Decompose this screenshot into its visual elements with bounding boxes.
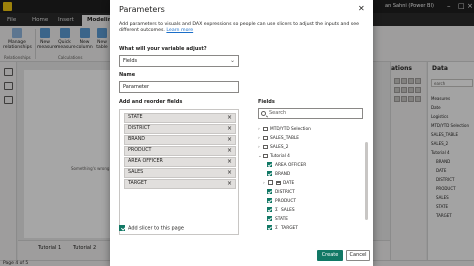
dialog-title: Parameters: [119, 5, 165, 14]
name-input[interactable]: Parameter: [119, 81, 239, 93]
create-button[interactable]: Create: [317, 250, 343, 261]
add-fields-label: Add and reorder fields: [119, 99, 183, 105]
tree-field-row[interactable]: STATE: [267, 216, 288, 224]
tree-field-row[interactable]: Σ SALES: [267, 207, 295, 215]
add-slicer-label: Add slicer to this page: [128, 225, 184, 232]
close-dialog-icon[interactable]: ✕: [358, 4, 365, 13]
name-label: Name: [119, 72, 136, 78]
tree-table-row[interactable]: › SALES_2: [258, 144, 288, 152]
field-checkbox[interactable]: [267, 198, 272, 203]
search-icon: [261, 111, 266, 116]
calendar-icon: [276, 180, 281, 185]
sigma-icon: Σ: [275, 208, 278, 213]
field-chip[interactable]: AREA OFFICER ×: [124, 157, 236, 167]
sigma-icon: Σ: [275, 226, 278, 231]
table-icon: [263, 153, 268, 158]
selected-fields-list: STATE × DISTRICT × BRAND × PRODUCT × AREA OF…: [119, 109, 239, 235]
table-icon: [263, 135, 268, 140]
tree-table-row[interactable]: › SALES_TABLE: [258, 135, 299, 143]
field-checkbox[interactable]: [267, 171, 272, 176]
tree-field-row[interactable]: Σ TARGET: [267, 225, 298, 233]
remove-icon[interactable]: ×: [227, 158, 232, 166]
adjust-value: Fields: [123, 58, 138, 64]
remove-icon[interactable]: ×: [227, 169, 232, 177]
fields-tree: › MTD/YTD Selection › SALES_TABLE › SALES_2…: [258, 122, 368, 240]
field-chip[interactable]: SALES ×: [124, 168, 236, 178]
dialog-description: Add parameters to visuals and DAX expres…: [119, 22, 360, 34]
field-chip[interactable]: DISTRICT ×: [124, 124, 236, 134]
field-checkbox[interactable]: [267, 162, 272, 167]
adjust-label: What will your variable adjust?: [119, 46, 207, 52]
remove-icon[interactable]: ×: [227, 136, 232, 144]
tree-field-row[interactable]: AREA OFFICER: [267, 162, 306, 170]
adjust-dropdown[interactable]: Fields ⌄: [119, 55, 239, 67]
remove-icon[interactable]: ×: [227, 114, 232, 122]
field-chip[interactable]: STATE ×: [124, 113, 236, 123]
tree-field-row[interactable]: BRAND: [267, 171, 290, 179]
cancel-button[interactable]: Cancel: [346, 250, 370, 261]
remove-icon[interactable]: ×: [227, 147, 232, 155]
tree-field-row[interactable]: › DATE: [263, 180, 294, 188]
field-chip[interactable]: TARGET ×: [124, 179, 236, 189]
field-checkbox[interactable]: [267, 189, 272, 194]
field-checkbox[interactable]: [267, 207, 272, 212]
table-icon: [263, 144, 268, 149]
tree-table-row[interactable]: ⌄ Tutorial 4: [258, 153, 290, 161]
fields-search-input[interactable]: Search: [258, 108, 363, 119]
table-icon: [263, 126, 268, 131]
field-checkbox[interactable]: [267, 225, 272, 230]
add-slicer-checkbox[interactable]: [119, 225, 125, 231]
learn-more-link[interactable]: Learn more: [166, 28, 193, 33]
tree-field-row[interactable]: PRODUCT: [267, 198, 296, 206]
tree-field-row[interactable]: DISTRICT: [267, 189, 295, 197]
add-slicer-checkbox-row[interactable]: Add slicer to this page: [119, 225, 184, 232]
remove-icon[interactable]: ×: [227, 125, 232, 133]
fields-label: Fields: [258, 99, 275, 105]
fields-scrollbar[interactable]: [365, 142, 368, 220]
chevron-down-icon: ⌄: [229, 57, 235, 64]
parameters-dialog: Parameters ✕ Add parameters to visuals a…: [110, 0, 373, 266]
field-checkbox[interactable]: [268, 180, 273, 185]
remove-icon[interactable]: ×: [227, 180, 232, 188]
field-checkbox[interactable]: [267, 216, 272, 221]
field-chip[interactable]: BRAND ×: [124, 135, 236, 145]
field-chip[interactable]: PRODUCT ×: [124, 146, 236, 156]
tree-table-row[interactable]: › MTD/YTD Selection: [258, 126, 311, 134]
